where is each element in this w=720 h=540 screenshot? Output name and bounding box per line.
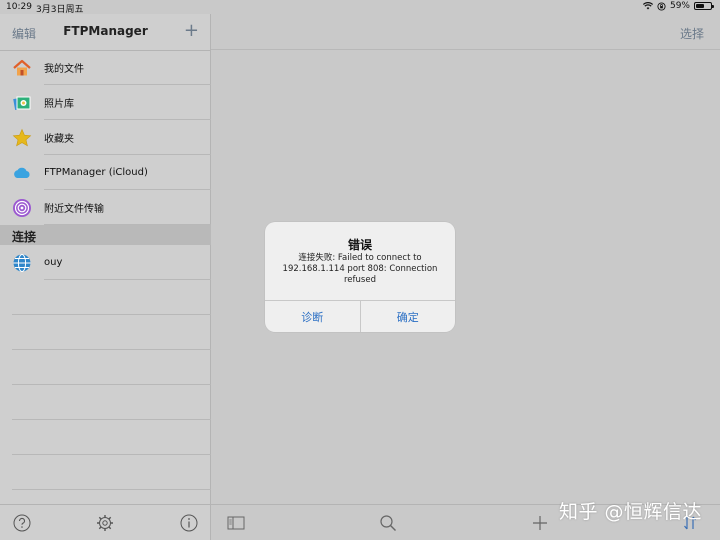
cloud-icon <box>12 163 32 183</box>
sidebar-item-label: FTPManager (iCloud) <box>44 167 148 178</box>
battery-icon <box>694 2 714 10</box>
sidebar-item-my-files[interactable]: 我的文件 <box>0 50 211 85</box>
star-icon <box>12 128 32 148</box>
sidebar-header: 编辑 FTPManager + <box>0 14 211 51</box>
empty-row <box>0 350 211 385</box>
select-button[interactable]: 选择 <box>680 25 704 42</box>
empty-row <box>0 455 211 490</box>
alert-message: 连接失败: Failed to connect to 192.168.1.114… <box>282 253 438 285</box>
section-header-connections: 连接 <box>0 225 211 245</box>
status-right: 59% <box>642 1 714 11</box>
home-icon <box>12 58 32 78</box>
gear-icon[interactable] <box>96 514 114 532</box>
sidebar-item-label: 收藏夹 <box>44 134 74 145</box>
photos-icon <box>12 93 32 113</box>
diagnose-button[interactable]: 诊断 <box>265 301 360 332</box>
add-button[interactable]: + <box>184 20 199 41</box>
sidebar-list: 我的文件 照片库 收藏夹 FTPManager (iCloud) 附近文件传输 <box>0 50 211 225</box>
sidebar: 编辑 FTPManager + 我的文件 照片库 收藏夹 FTPManager … <box>0 14 211 540</box>
sidebar-item-label: 照片库 <box>44 99 74 110</box>
sidebar-title: FTPManager <box>63 24 148 38</box>
ok-button[interactable]: 确定 <box>359 301 456 332</box>
search-icon[interactable] <box>379 514 397 532</box>
empty-row <box>0 315 211 350</box>
watermark: 知乎 @恒辉信达 <box>558 501 702 523</box>
alert-buttons: 诊断 确定 <box>265 300 455 332</box>
connection-list: ouy <box>0 245 211 490</box>
error-alert: 错误 连接失败: Failed to connect to 192.168.1.… <box>265 222 455 332</box>
empty-row <box>0 280 211 315</box>
status-bar: 10:29 3月3日周五 59% <box>0 0 720 15</box>
empty-row <box>0 385 211 420</box>
sidebar-item-favorites[interactable]: 收藏夹 <box>0 120 211 155</box>
sidebar-toolbar <box>0 504 211 540</box>
sidebar-item-photos[interactable]: 照片库 <box>0 85 211 120</box>
connection-label: ouy <box>44 257 63 268</box>
sidebar-item-label: 附近文件传输 <box>44 204 104 215</box>
wifi-icon <box>642 2 653 10</box>
section-label: 连接 <box>12 230 37 244</box>
battery-percent: 59% <box>669 1 690 11</box>
add-icon[interactable] <box>531 514 549 532</box>
sidebar-item-label: 我的文件 <box>44 64 84 75</box>
sidebar-toggle-icon[interactable] <box>227 514 245 532</box>
connection-item-ouy[interactable]: ouy <box>0 245 211 280</box>
sidebar-item-nearby[interactable]: 附近文件传输 <box>0 190 211 225</box>
status-time: 10:29 <box>6 2 32 12</box>
airdrop-icon <box>12 198 32 218</box>
empty-row <box>0 420 211 455</box>
help-icon[interactable] <box>13 514 31 532</box>
alert-title: 错误 <box>347 238 372 252</box>
main-header: 选择 <box>211 14 720 50</box>
orientation-lock-icon <box>657 1 666 11</box>
info-icon[interactable] <box>180 514 198 532</box>
globe-icon <box>12 253 32 273</box>
battery-fill <box>696 4 704 8</box>
sidebar-item-icloud[interactable]: FTPManager (iCloud) <box>0 155 211 190</box>
